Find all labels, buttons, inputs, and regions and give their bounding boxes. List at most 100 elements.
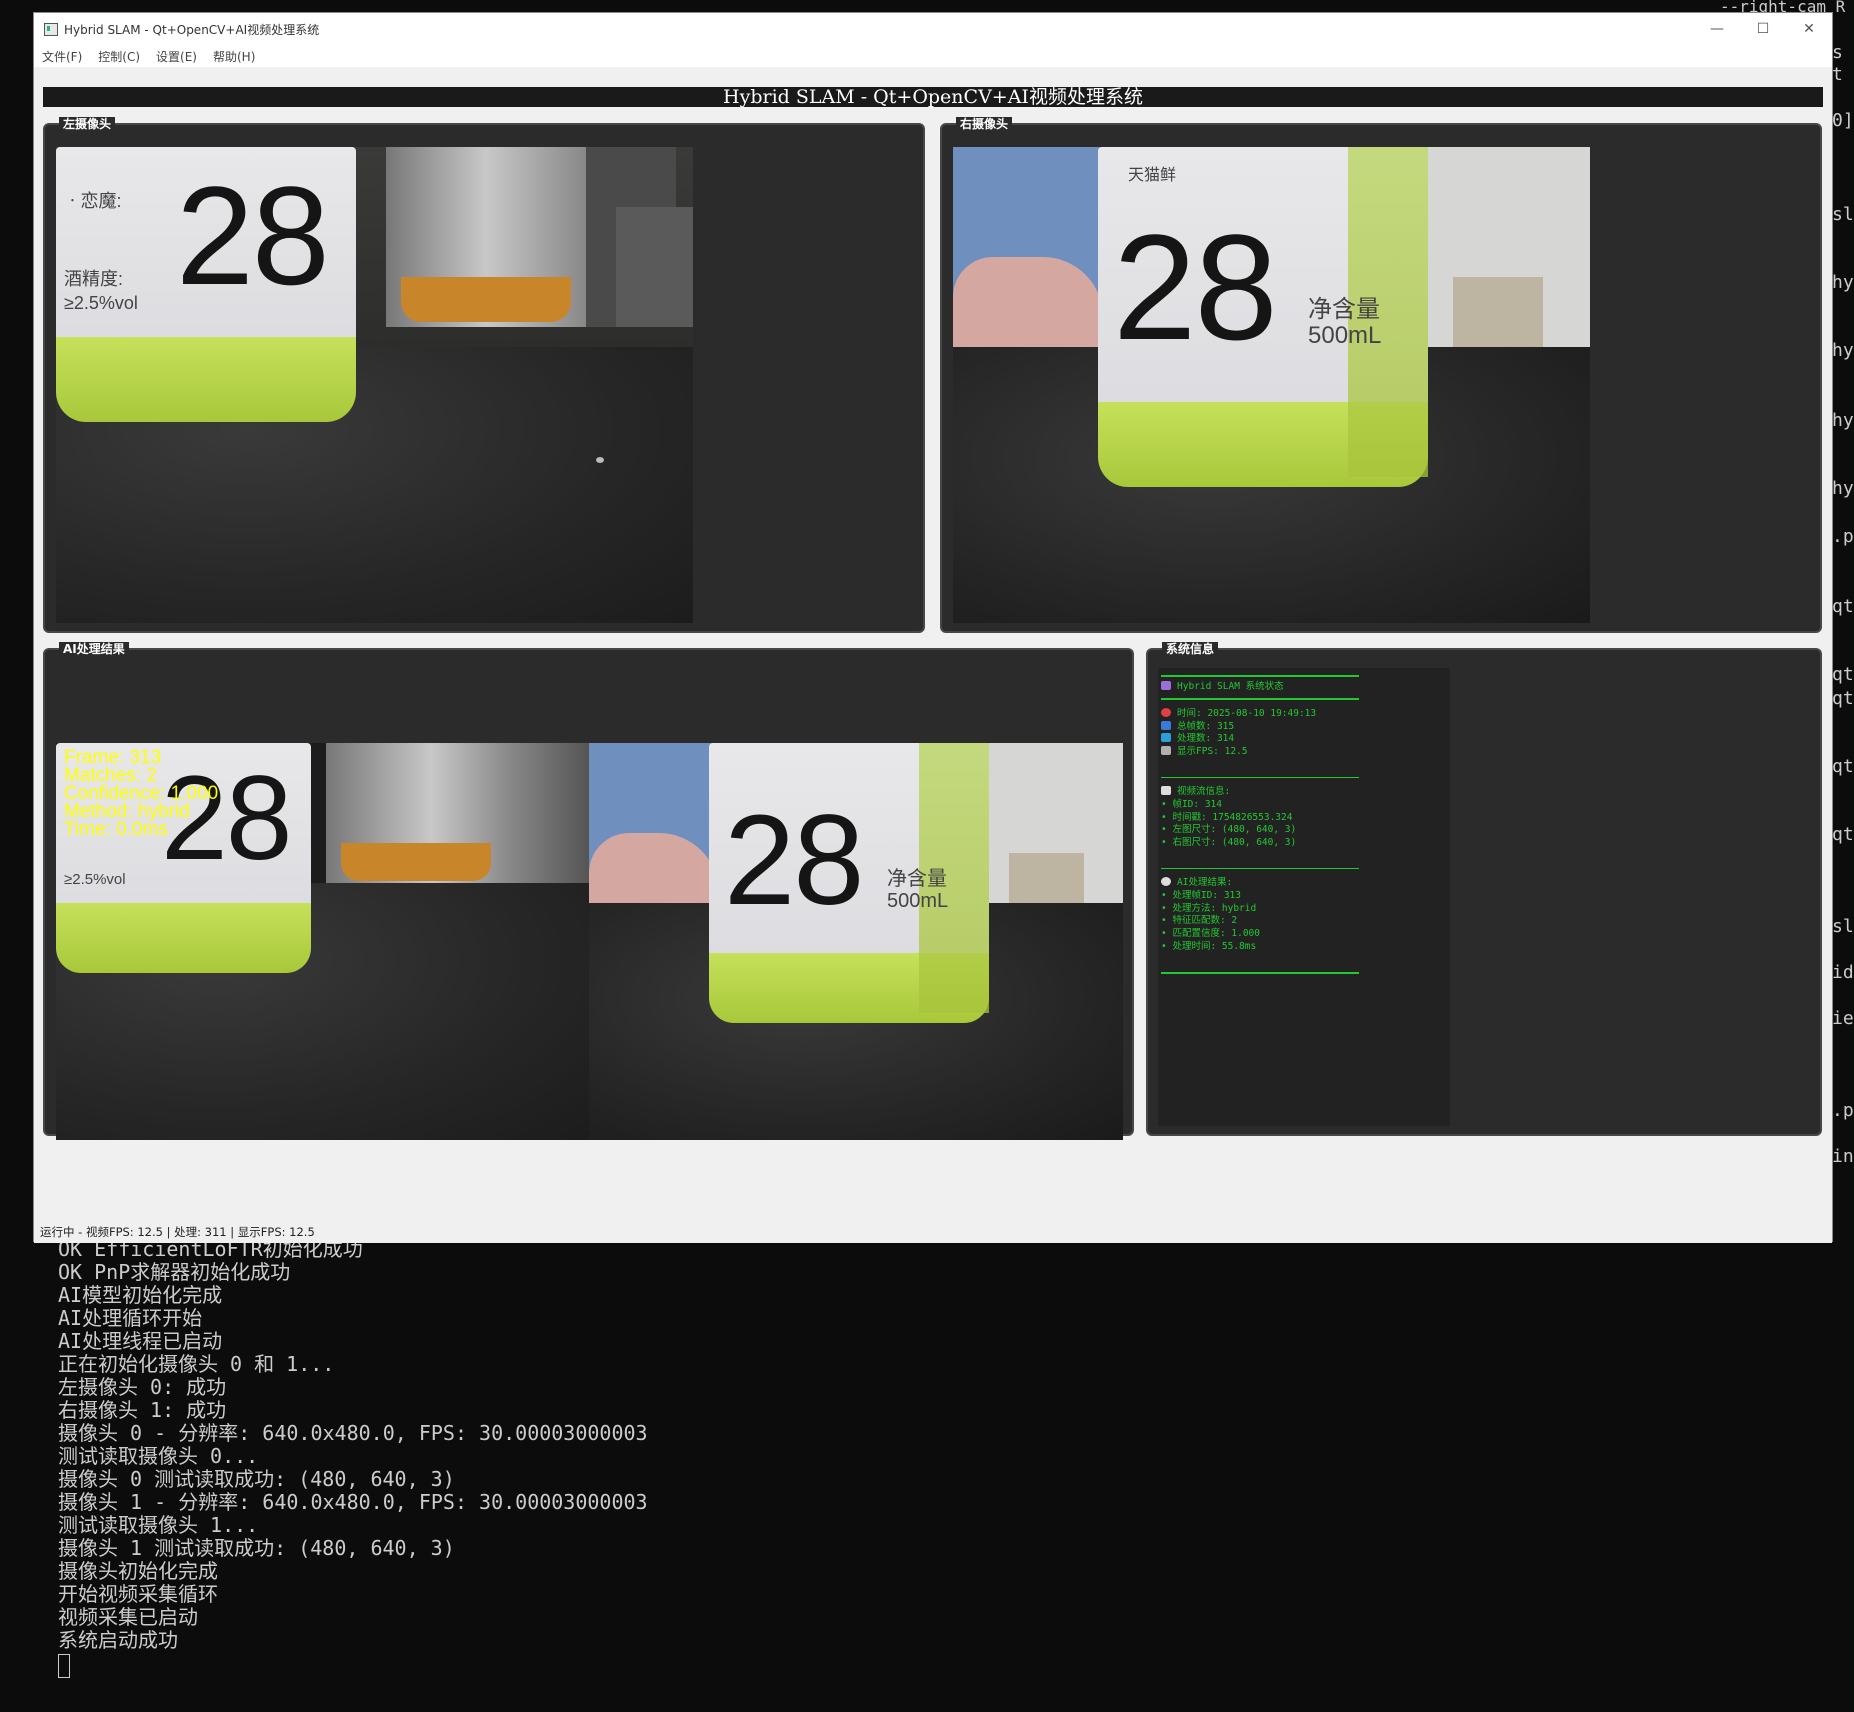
menu-settings[interactable]: 设置(E) bbox=[148, 45, 205, 67]
terminal-line: 测试读取摄像头 1... bbox=[58, 1513, 259, 1537]
info-row: 处理数: 314 bbox=[1161, 733, 1359, 746]
maximize-button[interactable]: ☐ bbox=[1740, 13, 1786, 45]
terminal-edge-text: qt bbox=[1832, 756, 1854, 777]
left-camera-view: 28 ㆍ恋魔: 酒精度: ≥2.5%vol bbox=[56, 147, 693, 623]
panel-title: 左摄像头 bbox=[59, 117, 116, 131]
bottle-number: 28 bbox=[176, 157, 330, 314]
terminal-right-edge: s t 0] sl hy hy hy hy .p qt qt qt qt qt … bbox=[1830, 0, 1854, 1238]
terminal-edge-text: qt bbox=[1832, 596, 1854, 617]
terminal-line: AI模型初始化完成 bbox=[58, 1283, 223, 1307]
info-row: • 匹配置信度: 1.000 bbox=[1161, 928, 1260, 940]
info-row: 总帧数: 315 bbox=[1161, 720, 1359, 734]
label-text: ≥2.5%vol bbox=[64, 293, 138, 313]
status-bar: 运行中 - 视频FPS: 12.5 | 处理: 311 | 显示FPS: 12.… bbox=[34, 1221, 1832, 1243]
info-header: Hybrid SLAM 系统状态 bbox=[1177, 681, 1284, 692]
info-row: AI处理结果: bbox=[1161, 876, 1359, 890]
terminal-edge-text: hy bbox=[1832, 478, 1854, 499]
terminal-edge-text: hy bbox=[1832, 410, 1854, 431]
terminal-line: 测试读取摄像头 0... bbox=[58, 1444, 259, 1468]
bar-chart-icon bbox=[1161, 720, 1171, 730]
ai-left-view: 28 ≥2.5%vol Frame: 313 Matches: 2 Confid… bbox=[56, 743, 589, 1140]
divider bbox=[1161, 697, 1359, 700]
refresh-icon bbox=[1161, 733, 1171, 743]
terminal-edge-text: in bbox=[1832, 1146, 1854, 1167]
terminal-edge-text: qt bbox=[1832, 688, 1854, 709]
right-camera-panel: 右摄像头 28 净含量 500mL 天猫鲜 bbox=[940, 117, 1822, 633]
label-text: 净含量 500mL bbox=[887, 868, 949, 912]
ai-section-title: AI处理结果: bbox=[1177, 876, 1233, 888]
info-time: 时间: 2025-08-10 19:49:13 bbox=[1177, 707, 1317, 719]
info-row: • 时间戳: 1754826553.324 bbox=[1161, 811, 1293, 823]
terminal-edge-text: .p bbox=[1832, 1100, 1854, 1121]
terminal-edge-text: qt bbox=[1832, 664, 1854, 685]
terminal-edge-text: id bbox=[1832, 962, 1854, 983]
terminal-line: 右摄像头 1: 成功 bbox=[58, 1398, 227, 1422]
terminal-line: OK PnP求解器初始化成功 bbox=[58, 1260, 291, 1284]
panel-title: AI处理结果 bbox=[59, 642, 129, 656]
bottle-number: 28 bbox=[1113, 203, 1278, 371]
window-controls: — ☐ ✕ bbox=[1694, 13, 1832, 45]
info-processed: 处理数: 314 bbox=[1177, 733, 1235, 745]
divider bbox=[1161, 971, 1359, 974]
terminal-line: 开始视频采集循环 bbox=[58, 1582, 218, 1606]
label-text: 酒精度: bbox=[64, 269, 124, 289]
menu-file[interactable]: 文件(F) bbox=[34, 45, 90, 67]
video-camera-icon bbox=[1161, 785, 1171, 795]
terminal-edge-text: qt bbox=[1832, 824, 1854, 845]
bottle-number: 28 bbox=[724, 789, 864, 932]
divider bbox=[1161, 675, 1359, 677]
terminal-edge-text: sl bbox=[1832, 204, 1854, 225]
system-info-panel: 系统信息 Hybrid SLAM 系统状态 时间: 2025-08-10 19:… bbox=[1146, 642, 1822, 1136]
info-header-row: Hybrid SLAM 系统状态 bbox=[1161, 681, 1359, 694]
terminal-line: 摄像头初始化完成 bbox=[58, 1559, 218, 1583]
terminal-line: 正在初始化摄像头 0 和 1... bbox=[58, 1352, 335, 1376]
terminal-line: 摄像头 0 - 分辨率: 640.0x480.0, FPS: 30.000030… bbox=[58, 1421, 648, 1445]
terminal-edge-text: hy bbox=[1832, 340, 1854, 361]
ai-right-view: 28 净含量 500mL bbox=[589, 743, 1123, 1140]
terminal-line: 系统启动成功 bbox=[58, 1628, 178, 1652]
overlay-time: Time: 0.0ms bbox=[64, 819, 168, 840]
label-text: 净含量 500mL bbox=[1308, 296, 1382, 349]
menu-help[interactable]: 帮助(H) bbox=[205, 45, 263, 67]
info-row: 视频流信息: bbox=[1161, 785, 1359, 799]
title-bar[interactable]: Hybrid SLAM - Qt+OpenCV+AI视频处理系统 — ☐ ✕ bbox=[34, 13, 1832, 45]
info-row: • 处理时间: 55.8ms bbox=[1161, 940, 1257, 952]
terminal-cursor bbox=[58, 1654, 70, 1678]
info-row: • 帧ID: 314 bbox=[1161, 798, 1222, 810]
menu-bar: 文件(F) 控制(C) 设置(E) 帮助(H) bbox=[34, 45, 1832, 67]
tv-icon bbox=[1161, 746, 1171, 756]
close-button[interactable]: ✕ bbox=[1786, 13, 1832, 45]
menu-control[interactable]: 控制(C) bbox=[90, 45, 148, 67]
divider bbox=[1161, 776, 1359, 778]
app-window: Hybrid SLAM - Qt+OpenCV+AI视频处理系统 — ☐ ✕ 文… bbox=[33, 12, 1833, 1243]
info-row: • 处理方法: hybrid bbox=[1161, 902, 1257, 914]
info-row: • 处理帧ID: 313 bbox=[1161, 889, 1241, 901]
app-banner: Hybrid SLAM - Qt+OpenCV+AI视频处理系统 bbox=[43, 87, 1823, 108]
panel-title: 系统信息 bbox=[1162, 642, 1219, 656]
app-icon bbox=[44, 22, 58, 36]
terminal-edge-text: t bbox=[1832, 64, 1843, 85]
terminal-line: 摄像头 1 - 分辨率: 640.0x480.0, FPS: 30.000030… bbox=[58, 1490, 648, 1514]
info-row: • 右图尺寸: (480, 640, 3) bbox=[1161, 837, 1297, 849]
minimize-button[interactable]: — bbox=[1694, 13, 1740, 45]
terminal-edge-text: ie bbox=[1832, 1008, 1854, 1029]
terminal-edge-text: .p bbox=[1832, 526, 1854, 547]
divider bbox=[1161, 867, 1359, 869]
label-text: ≥2.5%vol bbox=[64, 871, 126, 888]
terminal-edge-text: hy bbox=[1832, 272, 1854, 293]
terminal-line: AI处理循环开始 bbox=[58, 1306, 203, 1330]
info-total-frames: 总帧数: 315 bbox=[1177, 720, 1235, 732]
system-info-text[interactable]: Hybrid SLAM 系统状态 时间: 2025-08-10 19:49:13… bbox=[1158, 668, 1450, 1126]
ai-result-panel: AI处理结果 28 ≥2.5%vol Frame: 313 Matches: 2… bbox=[43, 642, 1134, 1140]
terminal-output[interactable]: OK EfficientLoFTR初始化成功 OK PnP求解器初始化成功 AI… bbox=[38, 1238, 1854, 1712]
terminal-line: 视频采集已启动 bbox=[58, 1605, 198, 1629]
label-text: ㆍ恋魔: bbox=[64, 191, 122, 211]
terminal-edge-text: s bbox=[1832, 42, 1843, 63]
video-section-title: 视频流信息: bbox=[1177, 785, 1231, 797]
alarm-clock-icon bbox=[1161, 707, 1171, 717]
info-row: • 特征匹配数: 2 bbox=[1161, 915, 1238, 927]
left-camera-panel: 左摄像头 28 ㆍ恋魔: 酒精度: ≥2.5%vol bbox=[43, 117, 925, 633]
window-title: Hybrid SLAM - Qt+OpenCV+AI视频处理系统 bbox=[64, 22, 320, 37]
terminal-edge-text: sl bbox=[1832, 916, 1854, 937]
panel-title: 右摄像头 bbox=[956, 117, 1013, 131]
